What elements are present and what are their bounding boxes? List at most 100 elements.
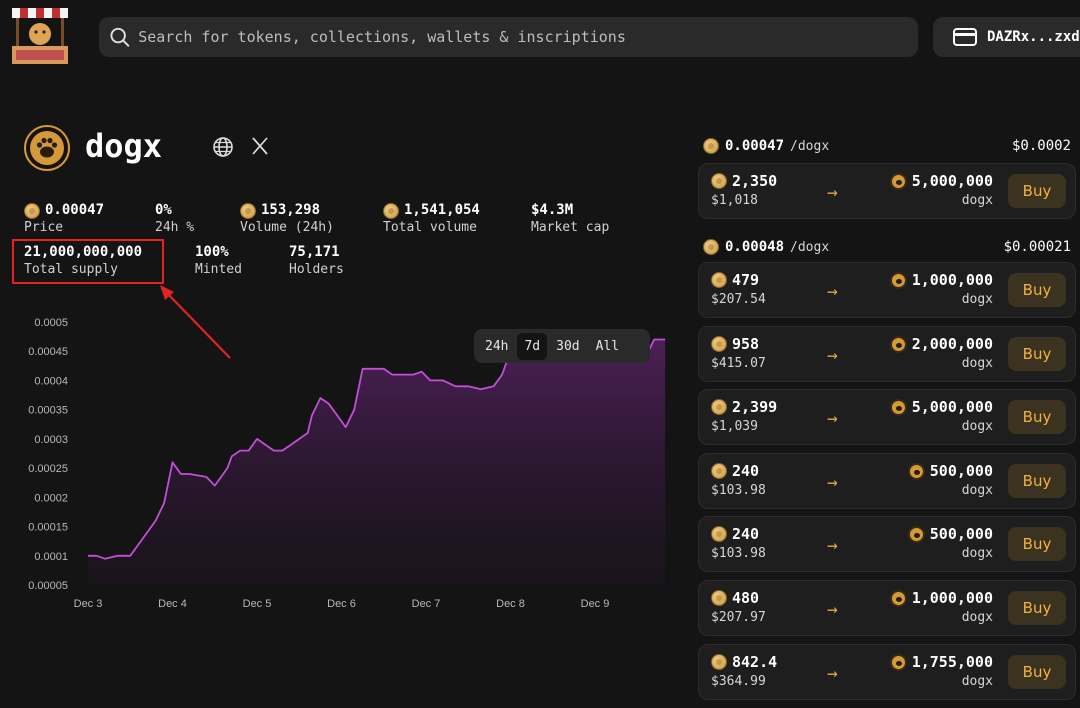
coin-icon [711,336,727,352]
pay-usd: $207.54 [711,292,766,307]
buy-button[interactable]: Buy [1008,174,1066,208]
stat-label: Price [24,220,64,235]
pay-value: 958 [732,335,760,353]
timeframe-selector: 24h 7d 30d All [474,329,650,363]
receive-value: 2,000,000 [911,335,993,353]
buy-button[interactable]: Buy [1008,273,1066,307]
buy-button[interactable]: Buy [1008,655,1066,689]
coin-icon [24,202,40,219]
search-bar[interactable] [99,17,918,57]
stat-minted: 100% Minted [195,244,242,278]
receive-amount: 500,000 dogx [907,461,993,501]
buy-button[interactable]: Buy [1008,591,1066,625]
arrow-right-icon: → [827,535,838,556]
globe-icon[interactable] [212,136,234,158]
receive-unit: dogx [961,610,993,625]
order-card: 2,399 $1,039 → 5,000,000 dogx Buy [698,389,1076,445]
y-tick-label: 0.00035 [28,405,68,417]
order-card: 958 $415.07 → 2,000,000 dogx Buy [698,326,1076,382]
receive-value: 1,000,000 [911,589,993,607]
timeframe-24h[interactable]: 24h [478,333,515,360]
stat-24h-change: 0% 24h % [155,202,194,236]
timeframe-all[interactable]: All [589,333,626,360]
receive-unit: dogx [961,356,993,371]
order-card: 2,350 $1,018 → 5,000,000 dogx Buy [698,163,1076,219]
pay-usd: $1,018 [711,193,758,208]
receive-amount: 5,000,000 dogx [889,171,993,211]
receive-unit: dogx [961,546,993,561]
y-tick-label: 0.0005 [34,317,68,329]
arrow-right-icon: → [827,408,838,429]
dogx-token-icon [889,589,907,607]
group-unit: /dogx [790,138,830,154]
timeframe-30d[interactable]: 30d [549,333,586,360]
order-group-header: 0.00048/dogx $0.00021 [703,239,1071,255]
stat-price: 0.00047 Price [24,202,104,236]
stat-value: 1,541,054 [404,202,480,218]
order-card: 240 $103.98 → 500,000 dogx Buy [698,453,1076,509]
receive-amount: 1,755,000 dogx [889,652,993,692]
x-twitter-icon[interactable] [250,136,270,156]
dogx-token-icon [889,653,907,671]
coin-icon [240,202,256,219]
pay-amount: 479 $207.54 [711,270,766,310]
receive-amount: 1,000,000 dogx [889,270,993,310]
arrow-right-icon: → [827,345,838,366]
stat-value: 100% [195,244,229,260]
stat-label: Total volume [383,220,477,235]
buy-button[interactable]: Buy [1008,527,1066,561]
receive-amount: 500,000 dogx [907,524,993,564]
token-name: dogx [85,127,163,165]
receive-amount: 5,000,000 dogx [889,397,993,437]
receive-value: 5,000,000 [911,172,993,190]
pay-value: 2,399 [732,398,778,416]
dogx-token-icon [907,462,925,480]
dogx-token-icon [889,172,907,190]
pay-amount: 480 $207.97 [711,588,766,628]
arrow-right-icon: → [827,663,838,684]
y-tick-label: 0.0001 [34,551,68,563]
price-area [88,333,666,585]
pay-amount: 842.4 $364.99 [711,652,777,692]
stat-market-cap: $4.3M Market cap [531,202,609,236]
stat-label: Market cap [531,220,610,235]
buy-button[interactable]: Buy [1008,464,1066,498]
buy-button[interactable]: Buy [1008,400,1066,434]
y-tick-label: 0.0003 [34,434,68,446]
coin-icon [703,239,719,255]
coin-icon [711,272,727,288]
pay-usd: $415.07 [711,356,766,371]
x-tick-label: Dec 7 [412,598,441,610]
receive-unit: dogx [961,483,993,498]
buy-button[interactable]: Buy [1008,337,1066,371]
pay-amount: 958 $415.07 [711,334,766,374]
stat-value: 0.00047 [45,202,105,218]
receive-unit: dogx [961,292,993,307]
pay-value: 2,350 [732,172,778,190]
stat-holders: 75,171 Holders [289,244,344,278]
arrow-right-icon: → [827,599,838,620]
receive-unit: dogx [961,419,993,434]
marketplace-logo[interactable] [8,4,72,68]
dogx-token-icon [889,335,907,353]
timeframe-7d[interactable]: 7d [517,332,548,360]
x-tick-label: Dec 6 [327,598,356,610]
pay-value: 240 [732,525,760,543]
pay-usd: $1,039 [711,419,758,434]
search-input[interactable] [138,28,918,46]
stat-label: Minted [195,262,242,277]
wallet-address: DAZRx...zxd [987,29,1080,45]
pay-amount: 2,350 $1,018 [711,171,777,211]
arrow-right-icon: → [827,182,838,203]
order-card: 479 $207.54 → 1,000,000 dogx Buy [698,262,1076,318]
order-group-header: 0.00047/dogx $0.0002 [703,138,1071,154]
wallet-icon [953,28,977,46]
wallet-button[interactable]: DAZRx...zxd [933,17,1080,57]
receive-unit: dogx [961,674,993,689]
stat-label: Volume (24h) [240,220,334,235]
pay-amount: 2,399 $1,039 [711,397,777,437]
order-card: 842.4 $364.99 → 1,755,000 dogx Buy [698,644,1076,700]
arrow-right-icon: → [827,281,838,302]
group-usd-price: $0.00021 [1003,239,1071,255]
y-tick-label: 0.0004 [34,375,68,387]
